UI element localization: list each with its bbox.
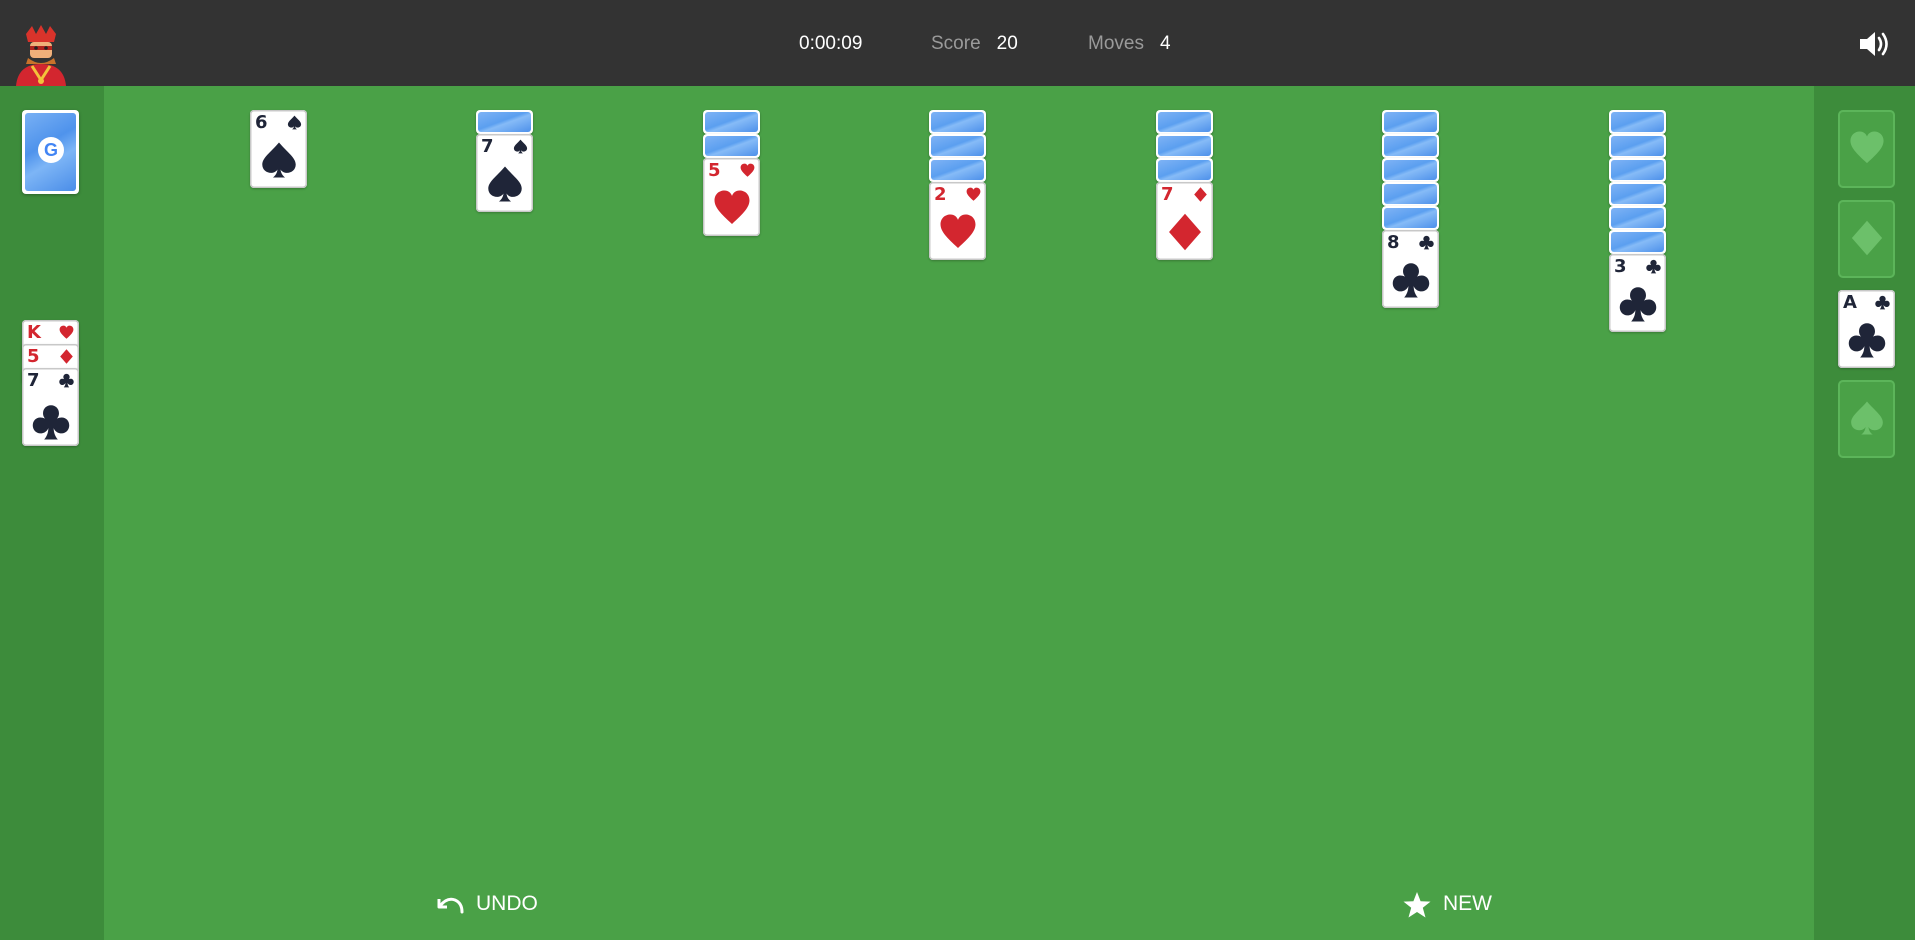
face-down-card xyxy=(1609,110,1666,134)
moves-value: 4 xyxy=(1159,33,1171,54)
playing-card[interactable]: 7 xyxy=(476,134,533,212)
spade-icon xyxy=(287,115,302,130)
face-down-card xyxy=(703,134,760,158)
card-rank: 7 xyxy=(27,370,40,391)
face-down-card xyxy=(1156,110,1213,134)
club-icon xyxy=(1419,235,1434,250)
speaker-icon[interactable] xyxy=(1858,30,1890,58)
face-down-card xyxy=(929,158,986,182)
face-down-card xyxy=(1382,110,1439,134)
club-icon xyxy=(1848,323,1886,358)
heart-icon xyxy=(740,163,755,177)
face-down-card xyxy=(1609,230,1666,254)
club-icon xyxy=(1619,287,1657,322)
face-down-card xyxy=(1156,158,1213,182)
card-rank: 8 xyxy=(1387,232,1400,253)
card-rank: 5 xyxy=(27,346,40,367)
stock-pile[interactable]: G xyxy=(22,110,79,194)
diamond-icon xyxy=(1169,213,1201,251)
card-rank: A xyxy=(1843,292,1857,313)
diamond-icon xyxy=(1851,220,1883,256)
face-down-card xyxy=(929,110,986,134)
face-down-card xyxy=(1609,206,1666,230)
face-down-card xyxy=(703,110,760,134)
spade-icon xyxy=(1851,401,1883,435)
club-icon xyxy=(32,405,70,440)
undo-arrow-icon xyxy=(437,897,464,914)
google-logo-icon: G xyxy=(38,137,64,163)
diamond-icon xyxy=(60,349,73,364)
card-rank: 6 xyxy=(255,112,268,133)
club-icon xyxy=(1646,259,1661,274)
face-down-card xyxy=(1382,206,1439,230)
game-timer: 0:00:09 xyxy=(799,33,863,54)
card-rank: 3 xyxy=(1614,256,1627,277)
diamond-icon xyxy=(1194,187,1207,202)
heart-icon xyxy=(966,187,981,201)
card-rank: 7 xyxy=(481,136,494,157)
heart-icon xyxy=(940,214,976,248)
face-down-card xyxy=(1609,182,1666,206)
heart-icon xyxy=(1850,131,1884,164)
header-bar: 0:00:09 Score 20 Moves 4 xyxy=(0,0,1915,86)
card-rank: K xyxy=(27,322,41,343)
king-avatar-icon[interactable] xyxy=(12,24,70,86)
face-down-card xyxy=(476,110,533,134)
playing-card[interactable]: 3 xyxy=(1609,254,1666,332)
playing-card[interactable]: 2 xyxy=(929,182,986,260)
playing-card[interactable]: 6 xyxy=(250,110,307,188)
spade-icon xyxy=(513,139,528,154)
foundation-slot-diamond[interactable] xyxy=(1838,200,1895,278)
playing-card[interactable]: 8 xyxy=(1382,230,1439,308)
foundation-card[interactable]: A xyxy=(1838,290,1895,368)
score-value: 20 xyxy=(996,33,1018,54)
moves-label: Moves xyxy=(1088,33,1144,54)
card-rank: 2 xyxy=(934,184,947,205)
star-icon xyxy=(1403,892,1431,918)
face-down-card xyxy=(1382,182,1439,206)
playing-card[interactable]: 7 xyxy=(1156,182,1213,260)
card-rank: 7 xyxy=(1161,184,1174,205)
club-icon xyxy=(1875,295,1890,310)
face-down-card xyxy=(1156,134,1213,158)
spade-icon xyxy=(488,166,522,202)
playing-card[interactable]: 7 xyxy=(22,368,79,446)
heart-icon xyxy=(59,325,74,339)
club-icon xyxy=(59,373,74,388)
face-down-card xyxy=(1382,158,1439,182)
face-down-card xyxy=(1382,134,1439,158)
score-display: Score 20 xyxy=(931,32,1018,56)
face-down-card xyxy=(1609,134,1666,158)
left-panel xyxy=(0,86,104,940)
spade-icon xyxy=(262,142,296,178)
card-rank: 5 xyxy=(708,160,721,181)
foundation-slot-spade[interactable] xyxy=(1838,380,1895,458)
score-label: Score xyxy=(931,33,981,54)
playing-card[interactable]: 5 xyxy=(703,158,760,236)
club-icon xyxy=(1392,263,1430,298)
face-down-card xyxy=(929,134,986,158)
moves-display: Moves 4 xyxy=(1088,32,1171,56)
face-down-card xyxy=(1609,158,1666,182)
new-label: NEW xyxy=(1443,892,1492,915)
foundation-slot-heart[interactable] xyxy=(1838,110,1895,188)
undo-label: UNDO xyxy=(476,892,538,915)
heart-icon xyxy=(714,190,750,224)
